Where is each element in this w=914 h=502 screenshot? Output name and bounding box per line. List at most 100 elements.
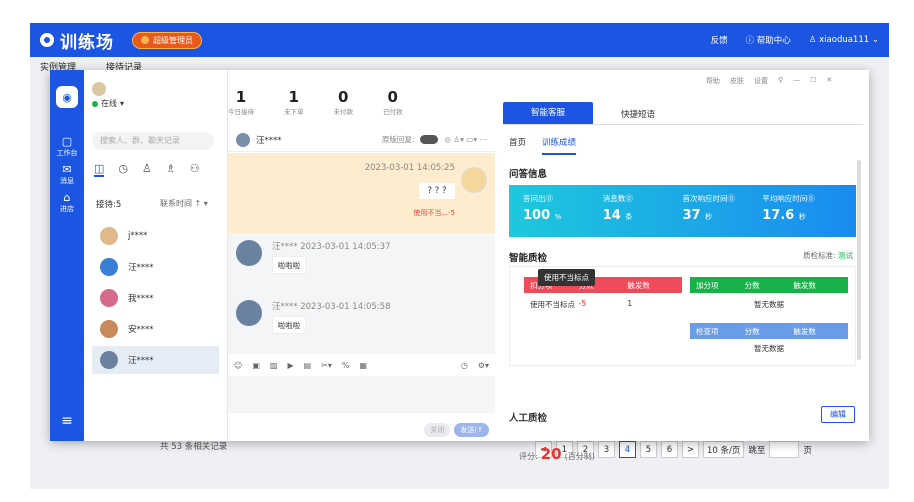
metric-item: 平均响应时间⓪ 17.6 秒: [762, 193, 842, 229]
clock-icon[interactable]: ◷: [118, 162, 128, 177]
close-button[interactable]: 关闭: [424, 423, 451, 437]
window-help[interactable]: 帮助: [706, 76, 720, 86]
close-icon[interactable]: ✕: [826, 76, 832, 86]
top-bar: 训练场 超级管理员 反馈 ⓘ 帮助中心 ♙ xiaodua111 ⌄: [30, 23, 889, 57]
avatar: [100, 351, 118, 369]
cell: -5: [578, 299, 587, 308]
org-icon[interactable]: ⚇: [190, 162, 200, 177]
pager-page[interactable]: 5: [640, 441, 657, 458]
subtab-home[interactable]: 首页: [509, 136, 526, 155]
metric-unit: 秒: [798, 213, 806, 221]
metric-item: 首次响应时间⓪ 37 秒: [683, 193, 763, 229]
rail-messages[interactable]: ✉ 消息: [50, 158, 84, 186]
percent-icon[interactable]: %: [342, 361, 350, 370]
list-item[interactable]: 汪****: [92, 253, 219, 281]
tooltip: 使用不当标点: [538, 269, 595, 286]
goto-input[interactable]: [769, 441, 800, 458]
list-item-selected[interactable]: 汪****: [92, 346, 219, 374]
left-rail: ◉ ▢ 工作台 ✉ 消息 ⌂ 进店 ≡: [50, 70, 84, 441]
help-center-label: 帮助中心: [756, 36, 791, 46]
rail-workbench-label: 工作台: [56, 149, 78, 157]
person-icon[interactable]: ♙: [142, 162, 152, 177]
stat-value: 1: [235, 88, 247, 106]
metric-item: 答问出⓪ 100 %: [523, 193, 603, 229]
scrollbar[interactable]: [857, 160, 861, 360]
subtab-training-score[interactable]: 训练成绩: [542, 136, 577, 155]
more-icon[interactable]: ◎ ♙▾ ▭▾ ⋯: [444, 135, 487, 144]
settings-icon[interactable]: ⚙▾: [478, 361, 489, 370]
emoji-icon[interactable]: ☺: [234, 361, 242, 370]
send-row: 关闭 发送(↑: [424, 423, 489, 437]
chat-history: [228, 233, 495, 413]
chat-filter-icon[interactable]: ◫: [94, 162, 105, 177]
admin-badge[interactable]: 超级管理员: [132, 31, 202, 49]
list-item[interactable]: 我****: [92, 284, 219, 312]
contact-name: 汪****: [128, 263, 154, 273]
file-icon[interactable]: ▦: [360, 361, 368, 370]
pager-page[interactable]: 6: [661, 441, 678, 458]
search-input[interactable]: 搜索人、群、聊天记录: [92, 132, 214, 150]
contact-list-panel: 在线 ▾ 搜索人、群、聊天记录 ◫ ◷ ♙ ♗ ⚇ 接待:5 联系时间 ↑ ▾ …: [84, 70, 228, 441]
page-unit: 页: [803, 445, 812, 456]
sort-select[interactable]: 联系时间 ↑ ▾: [160, 198, 208, 209]
status-area[interactable]: 在线 ▾: [92, 82, 124, 109]
contact-name: 我****: [128, 294, 154, 304]
list-item[interactable]: j****: [92, 222, 219, 250]
goto-label: 跳至: [748, 445, 766, 456]
metric-value: 14: [602, 208, 621, 223]
col-header: 触发数: [793, 326, 816, 336]
tab-ai-service[interactable]: 智能客服: [503, 102, 593, 124]
col-header: 分数: [744, 326, 760, 336]
stat-item: 0 未付款: [334, 88, 354, 116]
agent-message-area: 2023-03-01 14:05:25 ? ? ? 使用不当...-5: [228, 153, 495, 233]
maximize-icon[interactable]: ☐: [810, 76, 816, 86]
score-value: 20: [540, 445, 562, 463]
rail-messages-label: 消息: [60, 177, 74, 185]
group-icon[interactable]: ♗: [166, 162, 176, 177]
history-icon[interactable]: ◷: [461, 361, 468, 370]
per-page-select[interactable]: 10 条/页: [703, 441, 745, 458]
metric-value: 100: [523, 208, 551, 223]
filter-icons: ◫ ◷ ♙ ♗ ⚇: [94, 162, 200, 177]
help-center-link[interactable]: ⓘ 帮助中心: [746, 34, 791, 46]
card-icon[interactable]: ▤: [304, 361, 312, 370]
pin-icon[interactable]: ⚲: [778, 76, 783, 86]
reply-toggle[interactable]: [420, 135, 439, 144]
empty-state: 暂无数据: [754, 344, 784, 353]
image-icon[interactable]: ▣: [252, 361, 260, 370]
rail-workbench[interactable]: ▢ 工作台: [50, 130, 84, 158]
qc-standard-value[interactable]: 测试: [838, 251, 853, 260]
message-timestamp: 2023-03-01 14:05:25: [364, 163, 455, 173]
picture-icon[interactable]: ▨: [270, 361, 278, 370]
list-item[interactable]: 安****: [92, 315, 219, 343]
user-menu[interactable]: ♙ xiaodua111 ⌄: [809, 35, 879, 45]
feedback-link[interactable]: 反馈: [711, 34, 728, 46]
menu-icon[interactable]: ≡: [50, 413, 84, 429]
stat-value: 1: [288, 88, 299, 106]
video-icon[interactable]: ▶: [287, 361, 293, 370]
window-settings[interactable]: 设置: [754, 76, 768, 86]
minimize-icon[interactable]: —: [793, 76, 800, 86]
pager-page-current[interactable]: 4: [619, 441, 636, 458]
edit-button[interactable]: 编辑: [821, 406, 855, 423]
stat-label: 未下单: [284, 108, 304, 116]
pager-next[interactable]: >: [682, 441, 699, 458]
pager-page[interactable]: 3: [598, 441, 615, 458]
record-count: 共 53 条相关记录: [160, 442, 228, 452]
chat-bubble-icon[interactable]: ◉: [56, 86, 78, 108]
message-bubble: 啦啦啦: [272, 256, 306, 274]
stat-value: 0: [338, 88, 349, 106]
tab-quick-phrases[interactable]: 快捷短语: [621, 108, 655, 120]
cell: 1: [627, 299, 633, 308]
stat-label: 今日接待: [228, 108, 254, 116]
metrics-card: 答问出⓪ 100 % 消息数⓪ 14 条 首次响应时间⓪ 37 秒 平均响应时间⓪ 17…: [509, 185, 856, 237]
send-button[interactable]: 发送(↑: [454, 423, 489, 437]
tabs-divider: [503, 124, 863, 125]
rail-shop[interactable]: ⌂ 进店: [50, 186, 84, 214]
avatar: [100, 227, 118, 245]
stat-label: 未付款: [333, 108, 354, 116]
scissors-icon[interactable]: ✂▾: [321, 361, 332, 370]
stat-value: 0: [387, 88, 398, 106]
violation-tag[interactable]: 使用不当...-5: [413, 208, 455, 218]
window-skin[interactable]: 皮肤: [730, 76, 744, 86]
